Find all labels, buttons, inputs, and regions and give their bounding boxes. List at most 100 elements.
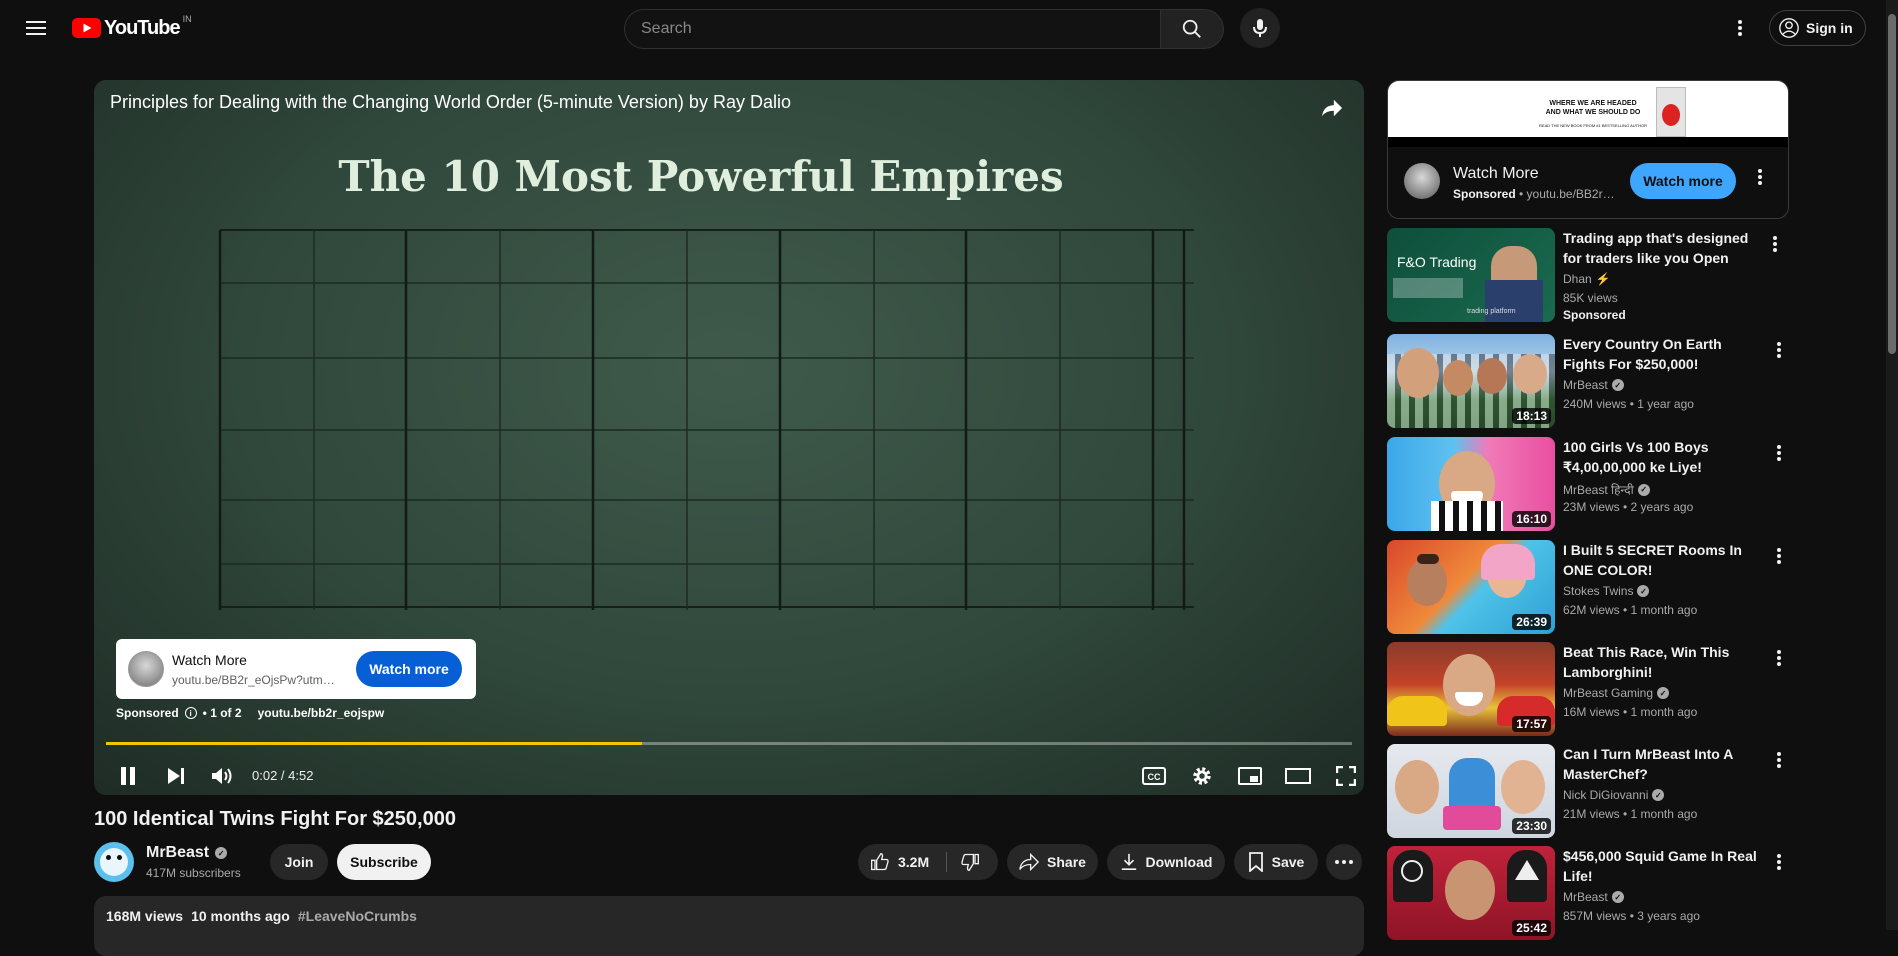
join-button[interactable]: Join bbox=[270, 844, 328, 880]
recommendation-item[interactable]: F&O Trading trading platform Trading app… bbox=[1387, 228, 1789, 322]
save-button[interactable]: Save bbox=[1234, 844, 1318, 880]
ad-banner-image[interactable]: WHERE WE ARE HEADED AND WHAT WE SHOULD D… bbox=[1388, 81, 1788, 147]
more-vert-icon[interactable] bbox=[1765, 232, 1785, 256]
recommendation-item[interactable]: 17:57 Beat This Race, Win This Lamborghi… bbox=[1387, 642, 1789, 736]
dislike-icon bbox=[961, 853, 979, 872]
recommendation-title[interactable]: Trading app that's designed for traders … bbox=[1563, 228, 1763, 268]
recommendation-item[interactable]: 26:39 I Built 5 SECRET Rooms In ONE COLO… bbox=[1387, 540, 1789, 634]
share-icon bbox=[1019, 853, 1040, 871]
recommendation-channel-name: MrBeast Gaming bbox=[1563, 686, 1654, 700]
dhan-thumb-text: F&O Trading bbox=[1397, 254, 1477, 270]
recommendation-item[interactable]: 18:13 Every Country On Earth Fights For … bbox=[1387, 334, 1789, 428]
description-box[interactable]: 168M views 10 months ago #LeaveNoCrumbs bbox=[94, 896, 1364, 956]
theater-icon[interactable] bbox=[1278, 756, 1318, 795]
recommendation-item[interactable]: 16:10 100 Girls Vs 100 Boys ₹4,00,00,000… bbox=[1387, 437, 1789, 531]
more-vert-icon[interactable] bbox=[1769, 748, 1789, 772]
video-player[interactable]: Principles for Dealing with the Changing… bbox=[94, 80, 1364, 795]
recommendation-channel[interactable]: Dhan ⚡ bbox=[1563, 272, 1611, 286]
page-scrollbar[interactable] bbox=[1886, 0, 1898, 930]
ad-link[interactable]: youtu.be/bb2r_eojspw bbox=[258, 706, 385, 720]
duration-badge: 18:13 bbox=[1512, 408, 1551, 424]
more-vert-icon[interactable] bbox=[1769, 338, 1789, 362]
more-vert-icon[interactable] bbox=[1769, 544, 1789, 568]
recommendation-title[interactable]: I Built 5 SECRET Rooms In ONE COLOR! bbox=[1563, 540, 1763, 580]
recommendation-channel[interactable]: Nick DiGiovanni ✓ bbox=[1563, 788, 1665, 802]
more-vert-icon[interactable] bbox=[1769, 646, 1789, 670]
search-input[interactable] bbox=[625, 10, 1160, 48]
recommendation-item[interactable]: 23:30 Can I Turn MrBeast Into A MasterCh… bbox=[1387, 744, 1789, 838]
recommendation-thumbnail[interactable]: 18:13 bbox=[1387, 334, 1555, 428]
recommendation-thumbnail[interactable]: 26:39 bbox=[1387, 540, 1555, 634]
menu-icon[interactable] bbox=[16, 8, 56, 48]
volume-icon[interactable] bbox=[202, 756, 242, 795]
recommendation-channel-name: Nick DiGiovanni bbox=[1563, 788, 1649, 802]
recommendation-thumbnail[interactable]: 16:10 bbox=[1387, 437, 1555, 531]
recommendation-thumbnail[interactable]: 23:30 bbox=[1387, 744, 1555, 838]
channel-avatar[interactable] bbox=[94, 842, 134, 882]
youtube-logo-icon bbox=[72, 18, 101, 38]
download-button[interactable]: Download bbox=[1107, 844, 1225, 880]
like-button[interactable]: 3.2M bbox=[870, 852, 929, 872]
dislike-button[interactable] bbox=[960, 852, 980, 875]
sign-in-button[interactable]: Sign in bbox=[1769, 10, 1866, 46]
settings-icon[interactable] bbox=[1182, 756, 1222, 795]
search-button[interactable] bbox=[1160, 9, 1224, 49]
progress-bar[interactable] bbox=[106, 742, 1352, 745]
time-display: 0:02 / 4:52 bbox=[252, 768, 314, 783]
recommendation-channel[interactable]: MrBeast Gaming ✓ bbox=[1563, 686, 1670, 700]
svg-text:CC: CC bbox=[1148, 772, 1161, 782]
info-icon[interactable]: i bbox=[184, 707, 197, 719]
recommendation-channel-name: MrBeast bbox=[1563, 378, 1608, 392]
duration-badge: 17:57 bbox=[1512, 716, 1551, 732]
subscribe-button[interactable]: Subscribe bbox=[337, 844, 431, 880]
search-box bbox=[624, 9, 1161, 49]
pause-icon[interactable] bbox=[108, 756, 148, 795]
ad-card[interactable]: Watch More youtu.be/BB2r_eOjsPw?utm_sour… bbox=[116, 639, 476, 699]
recommendation-thumbnail[interactable]: 25:42 bbox=[1387, 846, 1555, 940]
recommendation-title[interactable]: 100 Girls Vs 100 Boys ₹4,00,00,000 ke Li… bbox=[1563, 437, 1763, 477]
recommendation-thumbnail[interactable]: F&O Trading trading platform bbox=[1387, 228, 1555, 322]
channel-name[interactable]: MrBeast ✓ bbox=[146, 844, 228, 862]
lightning-icon: ⚡ bbox=[1595, 272, 1611, 286]
ad-watch-more-button[interactable]: Watch more bbox=[356, 651, 462, 687]
more-vert-icon[interactable] bbox=[1769, 441, 1789, 465]
verified-icon: ✓ bbox=[215, 847, 228, 859]
more-actions-button[interactable] bbox=[1326, 844, 1362, 880]
fullscreen-icon[interactable] bbox=[1326, 756, 1364, 795]
miniplayer-icon[interactable] bbox=[1230, 756, 1270, 795]
dhan-thumb-sub: trading platform bbox=[1467, 308, 1516, 315]
more-vert-icon[interactable] bbox=[1769, 850, 1789, 874]
recommendation-thumbnail[interactable]: 17:57 bbox=[1387, 642, 1555, 736]
share-button[interactable]: Share bbox=[1007, 844, 1098, 880]
like-divider bbox=[946, 852, 947, 872]
recommendation-title[interactable]: Beat This Race, Win This Lamborghini! bbox=[1563, 642, 1763, 682]
save-icon bbox=[1248, 852, 1263, 872]
ad-url: youtu.be/BB2r_eOjsPw?utm_source=ads bbox=[172, 673, 337, 687]
share-icon[interactable] bbox=[1312, 88, 1352, 128]
ad-panel-sponsored: Sponsored bbox=[1453, 187, 1516, 201]
sidebar-ad-panel[interactable]: WHERE WE ARE HEADED AND WHAT WE SHOULD D… bbox=[1387, 80, 1789, 219]
recommendation-channel[interactable]: MrBeast हिन्दी ✓ bbox=[1563, 481, 1650, 498]
ad-panel-watch-more-button[interactable]: Watch more bbox=[1630, 163, 1736, 199]
recommendation-channel[interactable]: Stokes Twins ✓ bbox=[1563, 584, 1650, 598]
youtube-logo[interactable]: YouTube IN bbox=[72, 14, 192, 40]
scrollbar-thumb[interactable] bbox=[1888, 14, 1896, 354]
video-title: 100 Identical Twins Fight For $250,000 bbox=[94, 808, 456, 830]
next-icon[interactable] bbox=[156, 756, 196, 795]
duration-badge: 16:10 bbox=[1512, 511, 1551, 527]
hashtag[interactable]: #LeaveNoCrumbs bbox=[298, 908, 417, 924]
recommendation-title[interactable]: Can I Turn MrBeast Into A MasterChef? bbox=[1563, 744, 1763, 784]
recommendation-title[interactable]: Every Country On Earth Fights For $250,0… bbox=[1563, 334, 1763, 374]
masthead: YouTube IN Sign in bbox=[0, 0, 1898, 56]
recommendation-channel[interactable]: MrBeast ✓ bbox=[1563, 378, 1624, 392]
recommendation-item[interactable]: 25:42 $456,000 Squid Game In Real Life! … bbox=[1387, 846, 1789, 940]
player-overlay-title[interactable]: Principles for Dealing with the Changing… bbox=[110, 92, 791, 113]
cc-icon[interactable]: CC bbox=[1134, 756, 1174, 795]
ad-sponsored-label: Sponsored bbox=[116, 706, 179, 720]
voice-search-button[interactable] bbox=[1240, 8, 1280, 48]
channel-name-text: MrBeast bbox=[146, 844, 210, 861]
more-vert-icon[interactable] bbox=[1720, 8, 1760, 48]
ad-panel-more-icon[interactable] bbox=[1758, 169, 1762, 190]
recommendation-channel[interactable]: MrBeast ✓ bbox=[1563, 890, 1624, 904]
recommendation-title[interactable]: $456,000 Squid Game In Real Life! bbox=[1563, 846, 1763, 886]
